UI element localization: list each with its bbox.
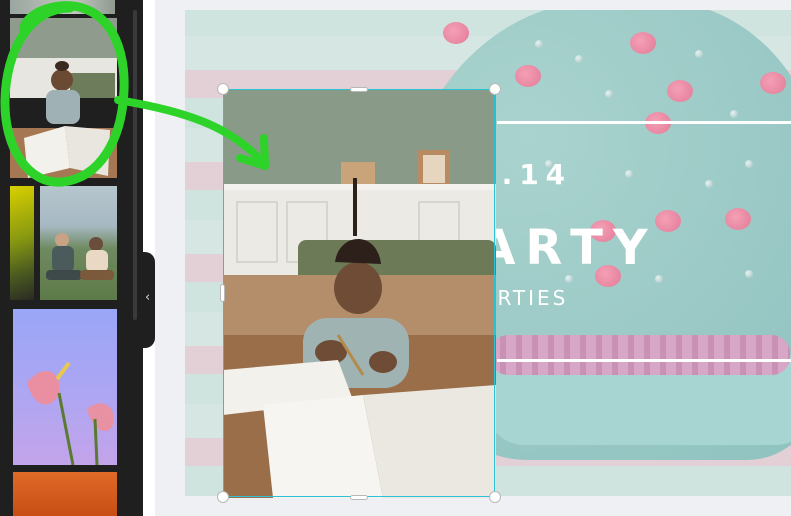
sugar-pearl xyxy=(655,275,663,283)
anthurium-image xyxy=(27,361,114,465)
boy-writing-image xyxy=(10,18,117,178)
sugar-pearl xyxy=(625,170,633,178)
panel-scrollbar[interactable] xyxy=(133,10,137,320)
resize-handle-bottom-left[interactable] xyxy=(217,491,229,503)
thumbnail-pink-anthurium[interactable] xyxy=(13,309,117,465)
sugar-pearl xyxy=(695,50,703,58)
thumbnail-interior[interactable] xyxy=(10,0,115,14)
resize-handle-top-left[interactable] xyxy=(217,83,229,95)
sugar-pearl xyxy=(605,90,613,98)
cake-frosting-border xyxy=(490,335,790,375)
resize-handle-top-right[interactable] xyxy=(489,83,501,95)
resize-handle-top[interactable] xyxy=(350,87,368,92)
frosting-rose xyxy=(630,32,656,54)
frosting-rose xyxy=(667,80,693,102)
selection-frame xyxy=(223,89,495,497)
sugar-pearl xyxy=(575,55,583,63)
sugar-pearl xyxy=(745,160,753,168)
frosting-rose xyxy=(725,208,751,230)
sugar-pearl xyxy=(730,110,738,118)
thumbnail-boy-writing[interactable] xyxy=(10,18,117,178)
photos-panel xyxy=(0,0,143,516)
frosting-rose xyxy=(655,210,681,232)
collapse-panel-button[interactable]: ‹ xyxy=(143,252,155,348)
frosting-rose xyxy=(760,72,786,94)
thumbnail-men-on-grass[interactable] xyxy=(40,186,117,300)
frosting-rose xyxy=(443,22,469,44)
divider-line-bottom xyxy=(497,359,791,362)
sugar-pearl xyxy=(535,40,543,48)
frosting-rose xyxy=(515,65,541,87)
divider-line-top xyxy=(497,121,791,124)
thumbnail-orange[interactable] xyxy=(13,472,117,516)
sugar-pearl xyxy=(565,275,573,283)
resize-handle-bottom[interactable] xyxy=(350,495,368,500)
men-on-grass-image xyxy=(46,233,114,280)
sugar-pearl xyxy=(745,270,753,278)
chevron-left-icon: ‹ xyxy=(145,290,151,305)
thumbnail-green-abstract[interactable] xyxy=(10,186,34,300)
resize-handle-left[interactable] xyxy=(220,284,225,302)
sugar-pearl xyxy=(705,180,713,188)
resize-handle-bottom-right[interactable] xyxy=(489,491,501,503)
